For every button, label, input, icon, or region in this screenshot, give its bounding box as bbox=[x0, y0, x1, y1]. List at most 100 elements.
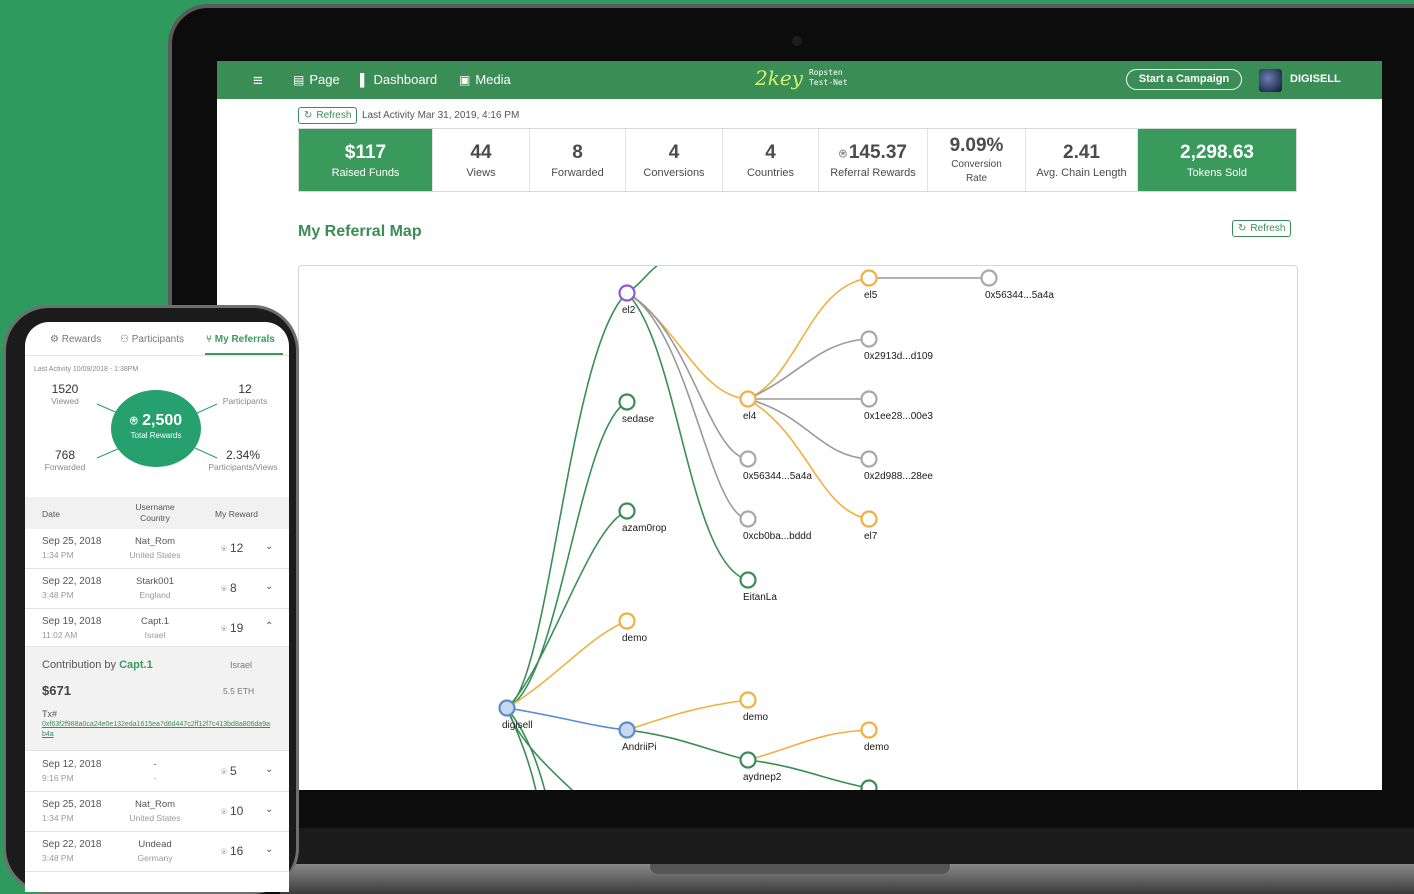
node-demo-1[interactable] bbox=[618, 612, 636, 630]
node-el2[interactable] bbox=[618, 284, 636, 302]
table-row[interactable]: Sep 25, 2018 1:34 PM Nat_Rom United Stat… bbox=[25, 529, 289, 569]
label-demo-3: demo bbox=[864, 742, 889, 753]
stat-label: Views bbox=[466, 166, 496, 179]
phone-frame: ⚙ Rewards ⚇ Participants ⑂ My Referrals … bbox=[3, 305, 299, 894]
stat-value: 2,298.63 bbox=[1180, 141, 1254, 163]
row-time: 3:48 PM bbox=[42, 853, 74, 863]
stat-label: Avg. Chain Length bbox=[1036, 166, 1127, 179]
stat-label-line1: Conversion bbox=[951, 158, 1002, 170]
stat-value: 4 bbox=[765, 141, 776, 163]
page-icon: ▤ bbox=[293, 72, 305, 87]
label-0x56344-a: 0x56344...5a4a bbox=[743, 471, 812, 482]
node-0x2913d[interactable] bbox=[860, 330, 878, 348]
start-campaign-button[interactable]: Start a Campaign bbox=[1126, 69, 1242, 90]
header-reward: My Reward bbox=[215, 509, 258, 519]
hamburger-menu-icon[interactable]: ≡ bbox=[253, 71, 263, 91]
token-icon: ⍟ bbox=[221, 767, 227, 778]
table-row[interactable]: Sep 12, 2018 9:16 PM - - ⍟ 5 ⌄ bbox=[25, 752, 289, 792]
node-el4[interactable] bbox=[739, 390, 757, 408]
label-demo-1: demo bbox=[622, 633, 647, 644]
summary-refresh-button[interactable]: ↻ Refresh bbox=[298, 107, 358, 124]
row-country: United States bbox=[129, 550, 181, 560]
summary-refresh-label: Refresh bbox=[316, 110, 352, 121]
stat-referral-rewards: ⍟ 145.37 Referral Rewards bbox=[819, 129, 928, 191]
label-0x2913d: 0x2913d...d109 bbox=[864, 351, 933, 362]
chevron-down-icon[interactable]: ⌄ bbox=[265, 764, 273, 775]
table-row[interactable]: Sep 25, 2018 1:34 PM Nat_Rom United Stat… bbox=[25, 792, 289, 832]
viewed-stat: 1520 Viewed bbox=[45, 382, 85, 406]
nav-dashboard-label: Dashboard bbox=[373, 72, 438, 87]
row-user: - bbox=[153, 759, 157, 770]
node-eitanla[interactable] bbox=[739, 571, 757, 589]
node-el5[interactable] bbox=[860, 269, 878, 287]
tx-hash-link[interactable]: 0xf63f2f988a0ca24e0e132eda1615ea7d6d447c… bbox=[42, 720, 272, 740]
stat-value: 8 bbox=[572, 141, 583, 163]
stat-label-line2: Rate bbox=[965, 172, 988, 184]
stat-label: Raised Funds bbox=[331, 166, 400, 179]
2key-logo[interactable]: 2key Ropsten Test-Net bbox=[755, 66, 848, 90]
node-digisell[interactable] bbox=[498, 699, 516, 717]
referral-map-graph[interactable]: el2 sedase azam0rop demo digisell Andrii… bbox=[299, 266, 1298, 790]
map-refresh-label: Refresh bbox=[1250, 223, 1286, 234]
row-reward-value: 5 bbox=[230, 764, 237, 778]
row-reward: ⍟ 8 bbox=[221, 581, 237, 595]
chevron-down-icon[interactable]: ⌄ bbox=[265, 581, 273, 592]
contribution-amount: $671 bbox=[42, 683, 71, 698]
ratio-label: Participants/Views bbox=[208, 462, 278, 472]
row-date: Sep 22, 2018 bbox=[42, 839, 102, 850]
stat-label: Referral Rewards bbox=[830, 166, 916, 179]
token-icon: ⍟ bbox=[221, 584, 227, 595]
map-refresh-button[interactable]: ↻ Refresh bbox=[1232, 220, 1292, 237]
stat-value: 9.09% bbox=[949, 134, 1004, 156]
node-demo-3[interactable] bbox=[860, 721, 878, 739]
node-0x1ee28[interactable] bbox=[860, 390, 878, 408]
label-el4: el4 bbox=[743, 411, 757, 422]
node-el7[interactable] bbox=[860, 510, 878, 528]
label-eitanla: EitanLa bbox=[743, 592, 777, 603]
node-partial[interactable] bbox=[860, 779, 878, 791]
row-time: 3:48 PM bbox=[42, 590, 74, 600]
referral-map[interactable]: el2 sedase azam0rop demo digisell Andrii… bbox=[298, 265, 1298, 790]
user-avatar[interactable] bbox=[1259, 69, 1282, 92]
node-azam0rop[interactable] bbox=[618, 502, 636, 520]
node-0xcb0ba[interactable] bbox=[739, 510, 757, 528]
network-line1: Ropsten bbox=[808, 68, 843, 77]
stat-avg-chain-length: 2.41 Avg. Chain Length bbox=[1026, 129, 1138, 191]
stat-forwarded: 8 Forwarded bbox=[530, 129, 626, 191]
node-0x56344-b[interactable] bbox=[980, 269, 998, 287]
table-row[interactable]: Sep 19, 2018 11:02 AM Capt.1 Israel ⍟ 19 … bbox=[25, 609, 289, 647]
chevron-up-icon[interactable]: ⌃ bbox=[265, 621, 273, 632]
table-row[interactable]: Sep 22, 2018 3:48 PM Stark001 England ⍟ 8… bbox=[25, 569, 289, 609]
chevron-down-icon[interactable]: ⌄ bbox=[265, 844, 273, 855]
contribution-eth: 5.5 ETH bbox=[223, 686, 255, 696]
node-demo-2[interactable] bbox=[739, 691, 757, 709]
node-aydnep2[interactable] bbox=[739, 751, 757, 769]
laptop-screen: ≡ ▤ Page ▌ Dashboard ▣ Media 2key Ropste… bbox=[217, 61, 1382, 790]
row-time: 1:34 PM bbox=[42, 550, 74, 560]
row-reward-value: 19 bbox=[230, 621, 244, 635]
row-date: Sep 12, 2018 bbox=[42, 759, 102, 770]
refresh-icon: ↻ bbox=[304, 110, 313, 121]
nav-page[interactable]: ▤ Page bbox=[293, 72, 340, 87]
token-icon: ⍟ bbox=[221, 544, 227, 555]
laptop-bezel-bottom bbox=[280, 828, 1414, 864]
nav-dashboard[interactable]: ▌ Dashboard bbox=[360, 72, 437, 87]
chevron-down-icon[interactable]: ⌄ bbox=[265, 541, 273, 552]
node-sedase[interactable] bbox=[618, 393, 636, 411]
node-0x2d988[interactable] bbox=[860, 450, 878, 468]
table-row[interactable]: Sep 22, 2018 3:48 PM Undead Germany ⍟ 16 … bbox=[25, 832, 289, 872]
row-time: 9:16 PM bbox=[42, 773, 74, 783]
node-0x56344-a[interactable] bbox=[739, 450, 757, 468]
stat-label: Forwarded bbox=[551, 166, 604, 179]
contribution-user[interactable]: Capt.1 bbox=[119, 659, 153, 671]
stat-tokens-sold: 2,298.63 Tokens Sold bbox=[1138, 129, 1296, 191]
stat-value: 2.41 bbox=[1063, 141, 1100, 163]
network-label: Ropsten Test-Net bbox=[809, 68, 848, 88]
chevron-down-icon[interactable]: ⌄ bbox=[265, 804, 273, 815]
label-0x2d988: 0x2d988...28ee bbox=[864, 471, 933, 482]
nav-media[interactable]: ▣ Media bbox=[459, 72, 511, 87]
stat-conversion-rate: 9.09% Conversion Rate bbox=[928, 129, 1026, 191]
referral-map-title: My Referral Map bbox=[298, 223, 422, 240]
node-andriipi[interactable] bbox=[618, 721, 636, 739]
user-name[interactable]: DIGISELL bbox=[1290, 73, 1341, 85]
